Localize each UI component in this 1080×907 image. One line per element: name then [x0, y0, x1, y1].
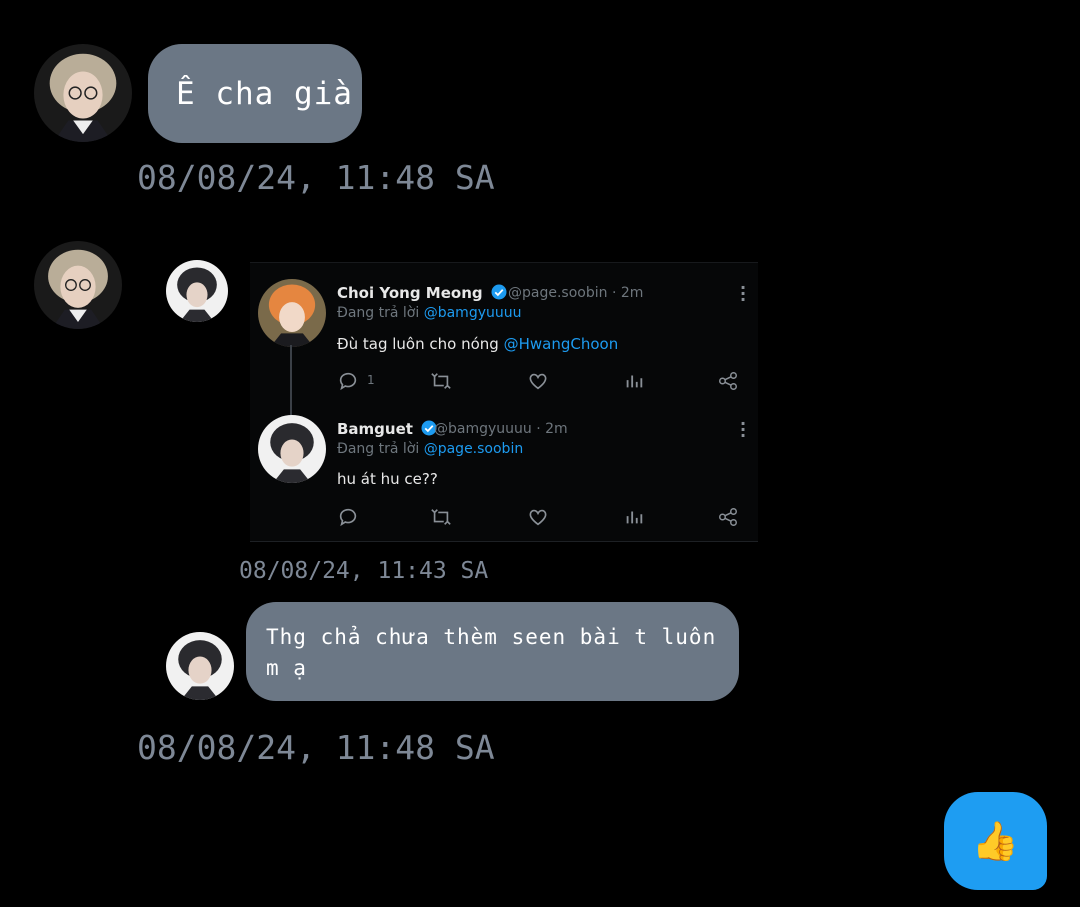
tweet-2-share-icon[interactable] [717, 506, 739, 528]
thumbs-up-icon[interactable]: 👍 [944, 792, 1047, 890]
message-timestamp-2: 08/08/24, 11:43 SA [239, 558, 489, 584]
tweet-1-retweet-icon[interactable] [430, 370, 452, 392]
message-text-3: Thg chả chưa thèm seen bài t luôn m ạ [266, 625, 717, 680]
tweet-2-body: hu át hu ce?? [337, 470, 438, 488]
tweet-1-more-icon[interactable]: · · · [740, 280, 746, 308]
tweet-1-body: Đù tag luôn cho nóng @HwangChoon [337, 335, 619, 353]
tweet-1-reply-icon[interactable] [337, 370, 359, 392]
message-timestamp-3: 08/08/24, 11:48 SA [137, 728, 495, 767]
tweet-2-views-icon[interactable] [623, 506, 645, 528]
tweet-2-more-icon[interactable]: · · · [740, 416, 746, 444]
tweet-1-handle: @page.soobin · 2m [508, 285, 644, 301]
tweet-1-avatar [258, 279, 326, 347]
thumbs-up-emoji: 👍 [971, 818, 1020, 863]
friend-avatar[interactable] [34, 241, 122, 329]
tweet-1-reply-to: Đang trả lời @bamgyuuuu [337, 305, 522, 321]
tweet-2-avatar [258, 415, 326, 483]
tweet-2-reply-to: Đang trả lời @page.soobin [337, 441, 524, 457]
friend-avatar[interactable] [34, 44, 132, 142]
tweet-1-views-icon[interactable] [623, 370, 645, 392]
tweet-2-like-icon[interactable] [527, 506, 549, 528]
message-text-1: Ê cha già [176, 76, 353, 112]
thread-connector-line [290, 345, 292, 417]
tweet-1-reply-count: 1 [367, 373, 375, 387]
tweet-2-handle: @bamgyuuuu · 2m [434, 421, 568, 437]
tweet-2-retweet-icon[interactable] [430, 506, 452, 528]
tweet-1-like-icon[interactable] [527, 370, 549, 392]
tweet-2-name: Bamguet [337, 419, 438, 438]
my-avatar[interactable] [166, 632, 234, 700]
verified-badge-icon [491, 284, 507, 300]
message-bubble-1[interactable]: Ê cha già [148, 44, 362, 143]
message-timestamp-1: 08/08/24, 11:48 SA [137, 158, 495, 197]
tweet-2-reply-icon[interactable] [337, 506, 359, 528]
tweet-1-name: Choi Yong Meong [337, 283, 508, 302]
message-bubble-3[interactable]: Thg chả chưa thèm seen bài t luôn m ạ [246, 602, 739, 701]
tweet-screenshot-image[interactable]: Choi Yong Meong @page.soobin · 2m · · · Đa… [250, 262, 758, 542]
tweet-1-share-icon[interactable] [717, 370, 739, 392]
my-avatar[interactable] [166, 260, 228, 322]
